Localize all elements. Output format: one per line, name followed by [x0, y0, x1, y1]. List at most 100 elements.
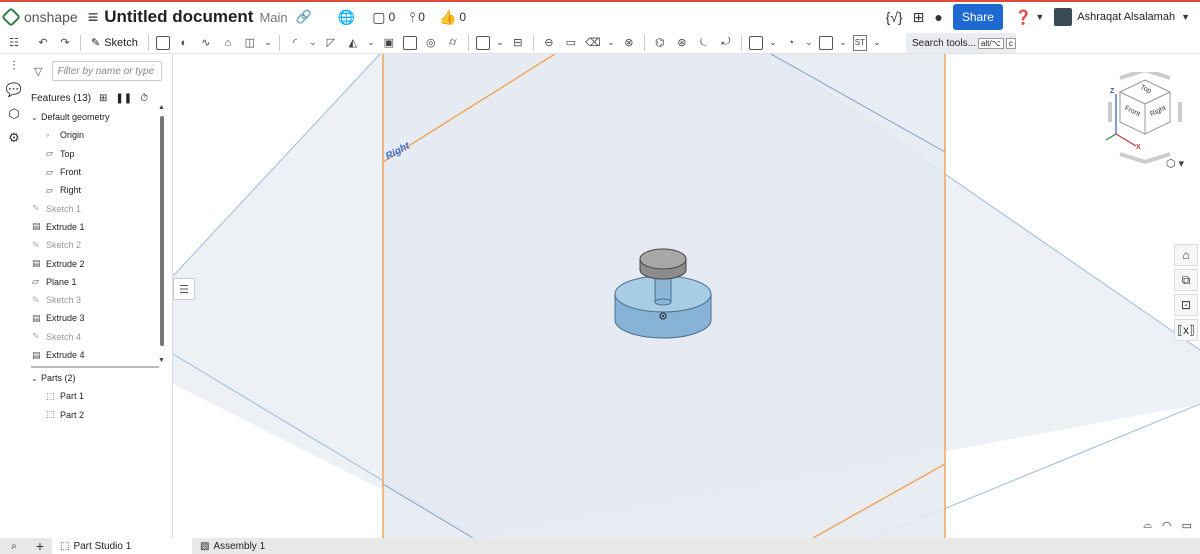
tree-item-plane-1[interactable]: ▱ Plane 1 [28, 273, 172, 291]
scroll-down-arrow[interactable]: ▼ [158, 357, 165, 364]
tree-item-sketch-1[interactable]: ✎ Sketch 1 [28, 199, 172, 217]
split-icon[interactable]: ⊖ [541, 35, 557, 51]
mate-connector-icon[interactable]: ⊛ [674, 35, 690, 51]
default-geometry-node[interactable]: ⌄ Default geometry [28, 108, 172, 126]
configurations-icon[interactable]: ⚙ [0, 126, 28, 150]
branch-label[interactable]: Main [259, 10, 287, 25]
display-states-icon[interactable]: ⧉ [1174, 269, 1198, 291]
parts-header[interactable]: ⌄ Parts (2) [28, 369, 168, 387]
globe-icon[interactable]: 🌐 [338, 9, 358, 26]
chevron-down-icon[interactable]: ⌄ [769, 35, 777, 51]
curve-icon[interactable]: ⤾ [718, 35, 734, 51]
tree-item-extrude-1[interactable]: ▤ Extrude 1 [28, 218, 172, 236]
search-tools-input[interactable]: Search tools... alt/⌥ c [906, 33, 1016, 53]
scroll-up-arrow[interactable]: ▲ [158, 104, 165, 111]
delete-part-icon[interactable]: ⌫ [585, 35, 601, 51]
thicken-icon[interactable]: ◫ [242, 35, 258, 51]
graphics-viewport[interactable]: Right ☰ Top Front Right Z X ⬡ ▾ ⌂ ⧉ ⊡ ⟦x… [173, 54, 1200, 538]
boolean-icon[interactable]: ⊟ [510, 35, 526, 51]
branches-counter[interactable]: ⫯ 0 [409, 9, 425, 26]
filter-icon[interactable]: ▽ [34, 65, 42, 78]
cylinder-icon[interactable]: ⌭ [445, 35, 461, 51]
menu-icon[interactable]: ≡ [88, 7, 99, 28]
loft-icon[interactable]: ⌂ [220, 35, 236, 51]
chevron-down-icon[interactable]: ⌄ [264, 35, 272, 51]
chevron-down-icon[interactable]: ⌄ [839, 35, 847, 51]
measure-icon[interactable]: ⊡ [1174, 294, 1198, 316]
tree-item-sketch-2[interactable]: ✎ Sketch 2 [28, 236, 172, 254]
standard-content-icon[interactable]: ST [852, 34, 867, 51]
user-name[interactable]: Ashraqat Alsalamah [1077, 11, 1175, 23]
link-icon[interactable]: 🔗 [296, 9, 312, 25]
mirror-icon[interactable] [475, 35, 490, 50]
chevron-down-icon[interactable]: ⌄ [31, 374, 41, 383]
comments-icon[interactable]: 💬 [0, 78, 28, 102]
tree-item-right[interactable]: ▱ Right [28, 181, 172, 199]
learning-center-icon[interactable]: ● [934, 9, 942, 25]
draft-icon[interactable]: ◭ [345, 35, 361, 51]
frame-icon[interactable] [818, 35, 833, 50]
tab-part-studio-1[interactable]: ⬚ Part Studio 1 [52, 538, 192, 554]
render-mode-icon[interactable]: ◠ [1162, 519, 1172, 532]
undo-icon[interactable]: ↶ [35, 35, 51, 51]
sketch-button[interactable]: ✎ Sketch [91, 36, 138, 50]
shell-icon[interactable]: ▣ [381, 35, 397, 51]
list-view-icon[interactable]: ☰ [173, 278, 195, 300]
app-store-icon[interactable]: ⊞ [913, 9, 925, 26]
sweep-icon[interactable]: ∿ [198, 35, 214, 51]
hole-icon[interactable] [402, 35, 417, 50]
tab-assembly-1[interactable]: ▧ Assembly 1 [192, 538, 273, 554]
model-canvas[interactable] [173, 54, 1200, 538]
view-normal-icon[interactable]: ⌓ [1143, 519, 1152, 532]
timer-icon[interactable]: ⏱ [140, 93, 148, 104]
chevron-down-icon[interactable]: ⌄ [805, 35, 813, 51]
parts-library-icon[interactable]: ⬡ [0, 102, 28, 126]
surface-icon[interactable]: ◔ [783, 35, 799, 51]
chevron-down-icon[interactable]: ⌄ [367, 35, 375, 51]
tree-item-extrude-4[interactable]: ▤ Extrude 4 [28, 346, 172, 364]
chamfer-icon[interactable]: ◸ [323, 35, 339, 51]
tree-item-part-1[interactable]: ⬚ Part 1 [28, 387, 168, 405]
chevron-down-icon[interactable]: ⌄ [309, 35, 317, 51]
document-title[interactable]: Untitled document [104, 7, 253, 27]
chevron-down-icon[interactable]: ⌄ [873, 35, 881, 51]
chevron-down-icon[interactable]: ⌄ [496, 35, 504, 51]
add-tab-button[interactable]: + [28, 538, 52, 554]
filter-input[interactable]: Filter by name or type [52, 61, 163, 81]
tree-item-extrude-3[interactable]: ▤ Extrude 3 [28, 309, 172, 327]
redo-icon[interactable]: ↷ [57, 35, 73, 51]
variables-icon[interactable]: {√} [886, 9, 903, 25]
avatar[interactable] [1054, 8, 1073, 26]
tree-item-part-2[interactable]: ⬚ Part 2 [28, 406, 168, 424]
section-view-icon[interactable]: ⟦x⟧ [1174, 319, 1198, 341]
tree-item-sketch-3[interactable]: ✎ Sketch 3 [28, 291, 172, 309]
onshape-logo[interactable]: onshape [1, 7, 78, 27]
appearance-icon[interactable]: ⌂ [1174, 244, 1198, 266]
extrude-icon[interactable] [155, 35, 170, 50]
tree-item-front[interactable]: ▱ Front [28, 163, 172, 181]
feature-list-icon[interactable]: ☷ [6, 35, 22, 51]
helix-icon[interactable]: ⏾ [696, 35, 712, 51]
chevron-down-icon[interactable]: ⌄ [607, 35, 615, 51]
tree-item-top[interactable]: ▱ Top [28, 145, 172, 163]
panel-divider-handle[interactable] [31, 366, 159, 368]
pause-icon[interactable]: ❚❚ [115, 93, 132, 104]
fillet-icon[interactable]: ◜ [287, 35, 303, 51]
help-icon[interactable]: ❓ [1015, 9, 1032, 26]
tree-item-sketch-4[interactable]: ✎ Sketch 4 [28, 328, 172, 346]
view-options-icon[interactable]: ⬡ ▾ [1166, 157, 1184, 170]
zoom-fit-icon[interactable]: ▭ [1182, 519, 1192, 532]
chevron-down-icon[interactable]: ⌄ [31, 113, 41, 122]
revolve-icon[interactable]: ◐ [176, 35, 192, 51]
plane-icon[interactable]: ⌬ [652, 35, 668, 51]
tree-item-origin[interactable]: ◦ Origin [28, 126, 172, 144]
add-folder-icon[interactable]: ⊞ [99, 93, 107, 104]
tab-search-icon[interactable]: ⌕ [0, 538, 28, 554]
modify-fillet-icon[interactable]: ⊗ [621, 35, 637, 51]
versions-counter[interactable]: ▢ 0 [372, 9, 395, 26]
sheet-metal-icon[interactable] [748, 35, 763, 50]
user-menu-icon[interactable]: ▼ [1181, 12, 1190, 22]
transform-icon[interactable]: ▭ [563, 35, 579, 51]
help-dropdown-icon[interactable]: ▼ [1035, 12, 1044, 22]
pattern-icon[interactable]: ◎ [423, 35, 439, 51]
